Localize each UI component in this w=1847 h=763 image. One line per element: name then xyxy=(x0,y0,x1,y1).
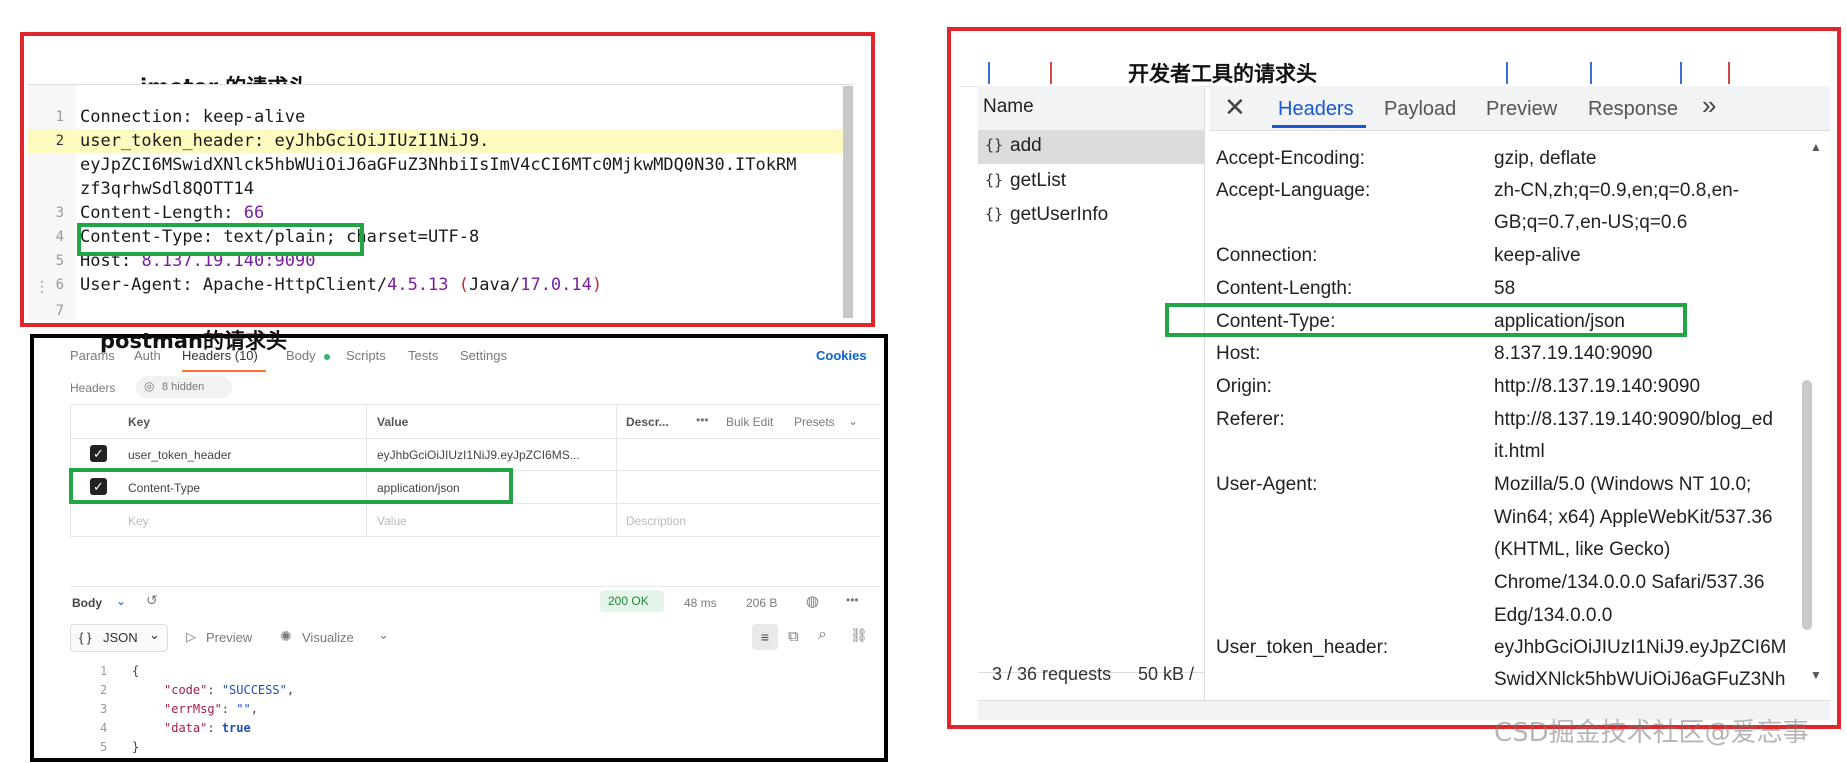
header-key: user_token_header xyxy=(80,131,254,151)
header-key: Connection xyxy=(80,107,183,127)
devtools-caption: 开发者工具的请求头 xyxy=(1128,62,1317,86)
header-value-java: Java xyxy=(469,275,510,295)
jmeter-header-editor[interactable]: 1 Connection: keep-alive 2 user_token_he… xyxy=(28,84,853,320)
header-value: 66 xyxy=(243,203,265,223)
header-value-java-version: 17.0.14 xyxy=(520,275,592,295)
header-value-continued: zf3qrhwSdl8QOTT14 xyxy=(80,179,254,199)
postman-caption: postman的请求头 xyxy=(100,329,288,353)
header-value-continued: eyJpZCI6MSwidXNlck5hbWUiOiJ6aGFuZ3NhbiIs… xyxy=(80,155,797,175)
header-value-charset: charset=UTF-8 xyxy=(346,227,480,247)
editor-line-wrap: eyJpZCI6MSwidXNlck5hbWUiOiJ6aGFuZ3NhbiIs… xyxy=(28,153,843,177)
line-number: 2 xyxy=(55,133,64,149)
line-number: 7 xyxy=(55,303,64,319)
watermark-text: CSD掘金技术社区@爱忘事 xyxy=(1494,718,1809,748)
postman-content-type-highlight xyxy=(69,468,513,504)
line-number: 1 xyxy=(55,109,64,125)
jmeter-content-type-highlight xyxy=(77,223,364,256)
line-number: 4 xyxy=(55,229,64,245)
devtools-highlight-frame xyxy=(947,27,1841,729)
header-value: eyJhbGciOiJIUzI1NiJ9. xyxy=(274,131,490,151)
editor-line-active: 2 user_token_header: eyJhbGciOiJIUzI1NiJ… xyxy=(28,129,843,153)
devtools-content-type-highlight xyxy=(1165,303,1687,337)
header-value: keep-alive xyxy=(202,107,306,127)
line-number: 3 xyxy=(55,205,64,221)
header-value: Apache-HttpClient xyxy=(202,275,377,295)
editor-scrollbar[interactable] xyxy=(843,86,853,318)
postman-highlight-frame xyxy=(30,334,888,762)
line-number: 5 xyxy=(55,253,64,269)
drag-handle-icon[interactable]: ⋮ xyxy=(35,278,49,296)
header-value-version: 4.5.13 xyxy=(387,275,449,295)
header-key: Content-Length xyxy=(80,203,224,223)
header-key: User-Agent xyxy=(80,275,183,295)
